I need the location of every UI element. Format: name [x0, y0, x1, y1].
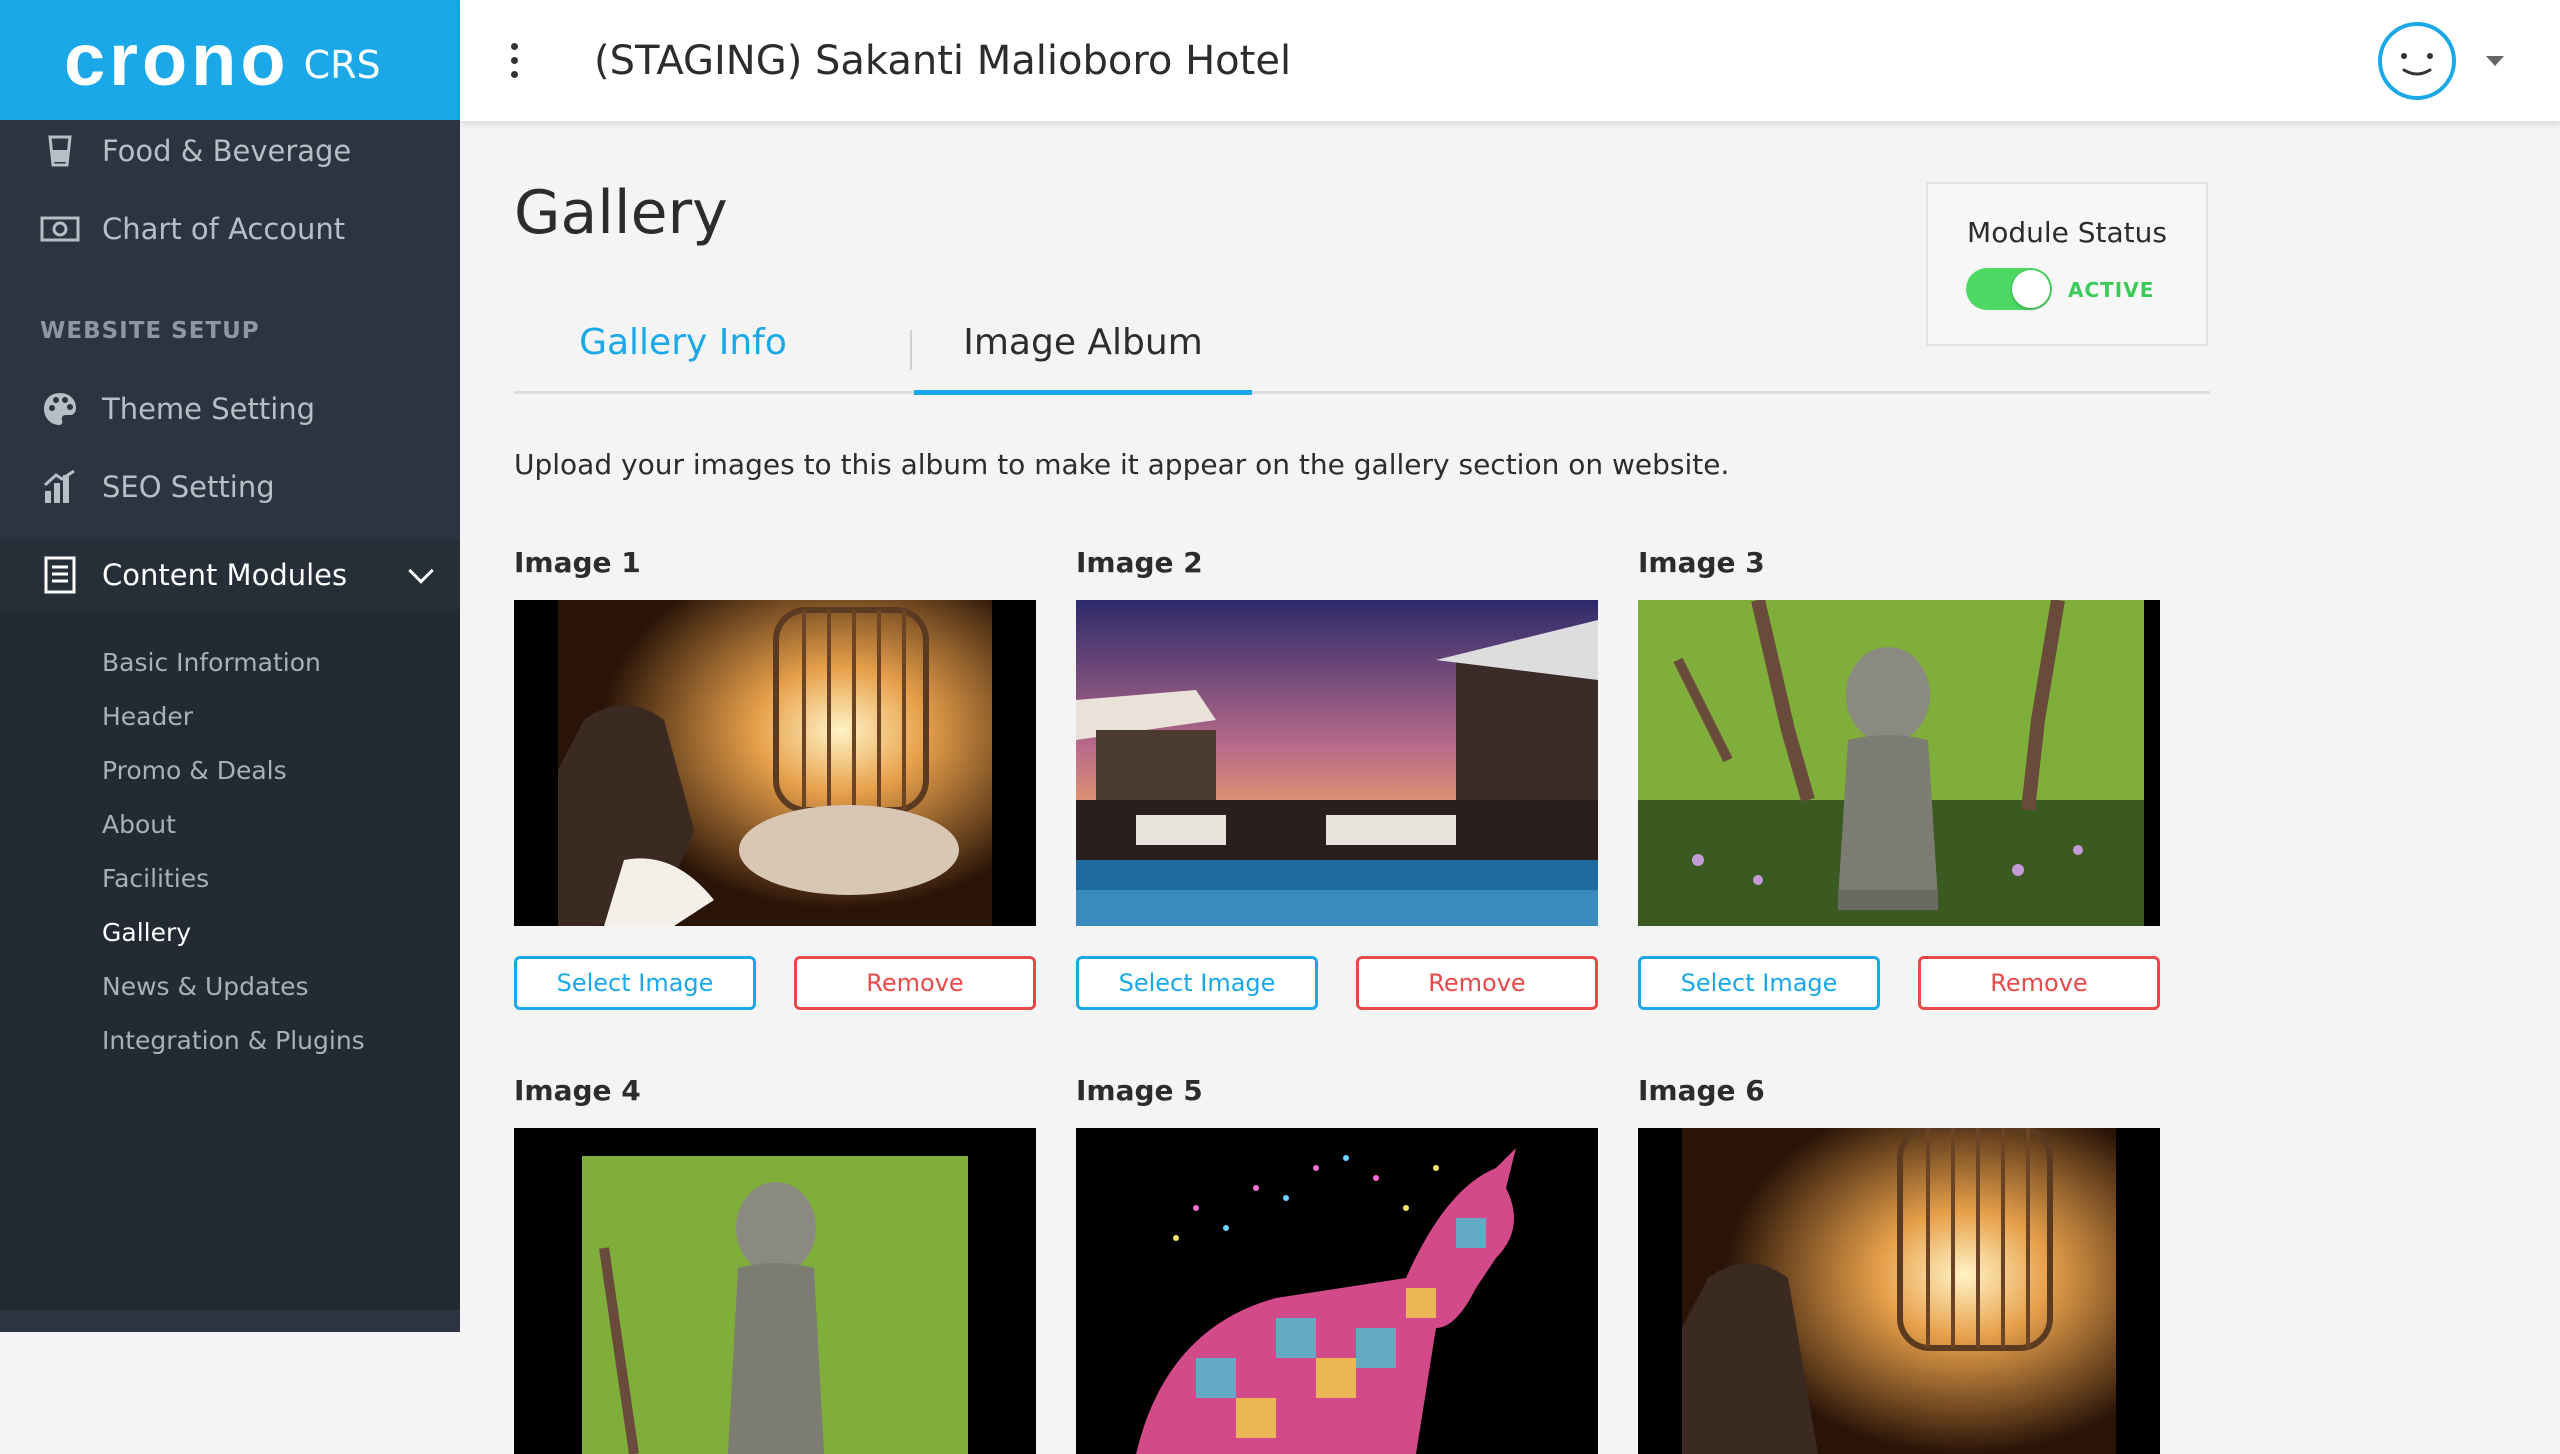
image-preview-6 — [1638, 1128, 2160, 1454]
chevron-down-icon[interactable] — [2486, 56, 2504, 66]
money-icon — [40, 209, 80, 249]
hotel-title: (STAGING) Sakanti Malioboro Hotel — [594, 38, 1291, 84]
remove-image-button[interactable]: Remove — [1356, 956, 1598, 1010]
image-card-2: Image 2 Select Image Remove — [1076, 546, 1598, 1010]
active-tab-indicator — [914, 390, 1252, 395]
module-status-value: ACTIVE — [2068, 278, 2154, 302]
submenu-item-about[interactable]: About — [102, 810, 176, 839]
image-title: Image 6 — [1638, 1074, 2160, 1114]
submenu-item-basic-information[interactable]: Basic Information — [102, 648, 321, 677]
bar-chart-icon — [40, 467, 80, 507]
sidebar-item-label: Chart of Account — [102, 212, 345, 246]
image-title: Image 3 — [1638, 546, 2160, 586]
submenu-item-facilities[interactable]: Facilities — [102, 864, 209, 893]
tab-gallery-info[interactable]: Gallery Info — [514, 322, 852, 394]
image-title: Image 4 — [514, 1074, 1036, 1114]
document-icon — [40, 555, 80, 595]
sidebar-item-label: Theme Setting — [102, 392, 315, 426]
page-title: Gallery — [514, 178, 728, 248]
sidebar-item-theme-setting[interactable]: Theme Setting — [0, 374, 460, 444]
image-preview-3 — [1638, 600, 2160, 926]
sidebar-item-food-beverage[interactable]: Food & Beverage — [0, 120, 460, 186]
submenu-item-gallery[interactable]: Gallery — [102, 918, 191, 947]
sidebar-section-title: WEBSITE SETUP — [40, 318, 260, 344]
image-title: Image 5 — [1076, 1074, 1598, 1114]
user-avatar[interactable] — [2378, 22, 2456, 100]
submenu-item-header[interactable]: Header — [102, 702, 193, 731]
sidebar: Food & Beverage Chart of Account WEBSITE… — [0, 120, 460, 1332]
submenu-item-news-updates[interactable]: News & Updates — [102, 972, 309, 1001]
brand-logo[interactable]: crono CRS — [0, 0, 460, 120]
image-card-5: Image 5 — [1076, 1074, 1598, 1454]
image-preview-1 — [514, 600, 1036, 926]
sidebar-item-label: SEO Setting — [102, 470, 275, 504]
logo-suffix: CRS — [304, 43, 381, 87]
image-preview-5 — [1076, 1128, 1598, 1454]
image-card-3: Image 3 Select Image Remove — [1638, 546, 2160, 1010]
module-status-label: Module Status — [1928, 216, 2206, 249]
select-image-button[interactable]: Select Image — [514, 956, 756, 1010]
more-menu-icon[interactable] — [484, 43, 544, 78]
image-title: Image 2 — [1076, 546, 1598, 586]
smiley-face-icon — [2382, 26, 2452, 96]
palette-icon — [40, 389, 80, 429]
content-modules-submenu: Basic Information Header Promo & Deals A… — [0, 610, 460, 1332]
tab-image-album[interactable]: Image Album — [914, 322, 1252, 394]
select-image-button[interactable]: Select Image — [1638, 956, 1880, 1010]
submenu-item-integration-plugins[interactable]: Integration & Plugins — [102, 1026, 365, 1055]
submenu-item-promo-deals[interactable]: Promo & Deals — [102, 756, 287, 785]
image-preview-2 — [1076, 600, 1598, 926]
select-image-button[interactable]: Select Image — [1076, 956, 1318, 1010]
logo-wordmark: crono — [64, 23, 290, 97]
image-card-1: Image 1 Select Image Remove — [514, 546, 1036, 1010]
sidebar-item-label: Content Modules — [102, 558, 347, 592]
tab-bar: Gallery Info Image Album — [514, 312, 2210, 394]
sidebar-item-label: Food & Beverage — [102, 134, 351, 168]
image-card-4: Image 4 — [514, 1074, 1036, 1454]
tab-divider — [910, 330, 912, 370]
module-status-toggle[interactable] — [1966, 268, 2052, 310]
remove-image-button[interactable]: Remove — [1918, 956, 2160, 1010]
image-title: Image 1 — [514, 546, 1036, 586]
main-content: Gallery Module Status ACTIVE Gallery Inf… — [460, 122, 2560, 1332]
image-card-6: Image 6 — [1638, 1074, 2160, 1454]
sidebar-next-item[interactable] — [0, 1310, 460, 1332]
glass-icon — [40, 131, 80, 171]
top-bar: (STAGING) Sakanti Malioboro Hotel — [460, 0, 2560, 122]
sidebar-item-chart-of-account[interactable]: Chart of Account — [0, 194, 460, 264]
sidebar-item-seo-setting[interactable]: SEO Setting — [0, 452, 460, 522]
remove-image-button[interactable]: Remove — [794, 956, 1036, 1010]
chevron-down-icon[interactable] — [408, 558, 433, 583]
sidebar-item-content-modules[interactable]: Content Modules — [0, 540, 460, 610]
image-preview-4 — [514, 1128, 1036, 1454]
album-instructions: Upload your images to this album to make… — [514, 448, 1729, 481]
